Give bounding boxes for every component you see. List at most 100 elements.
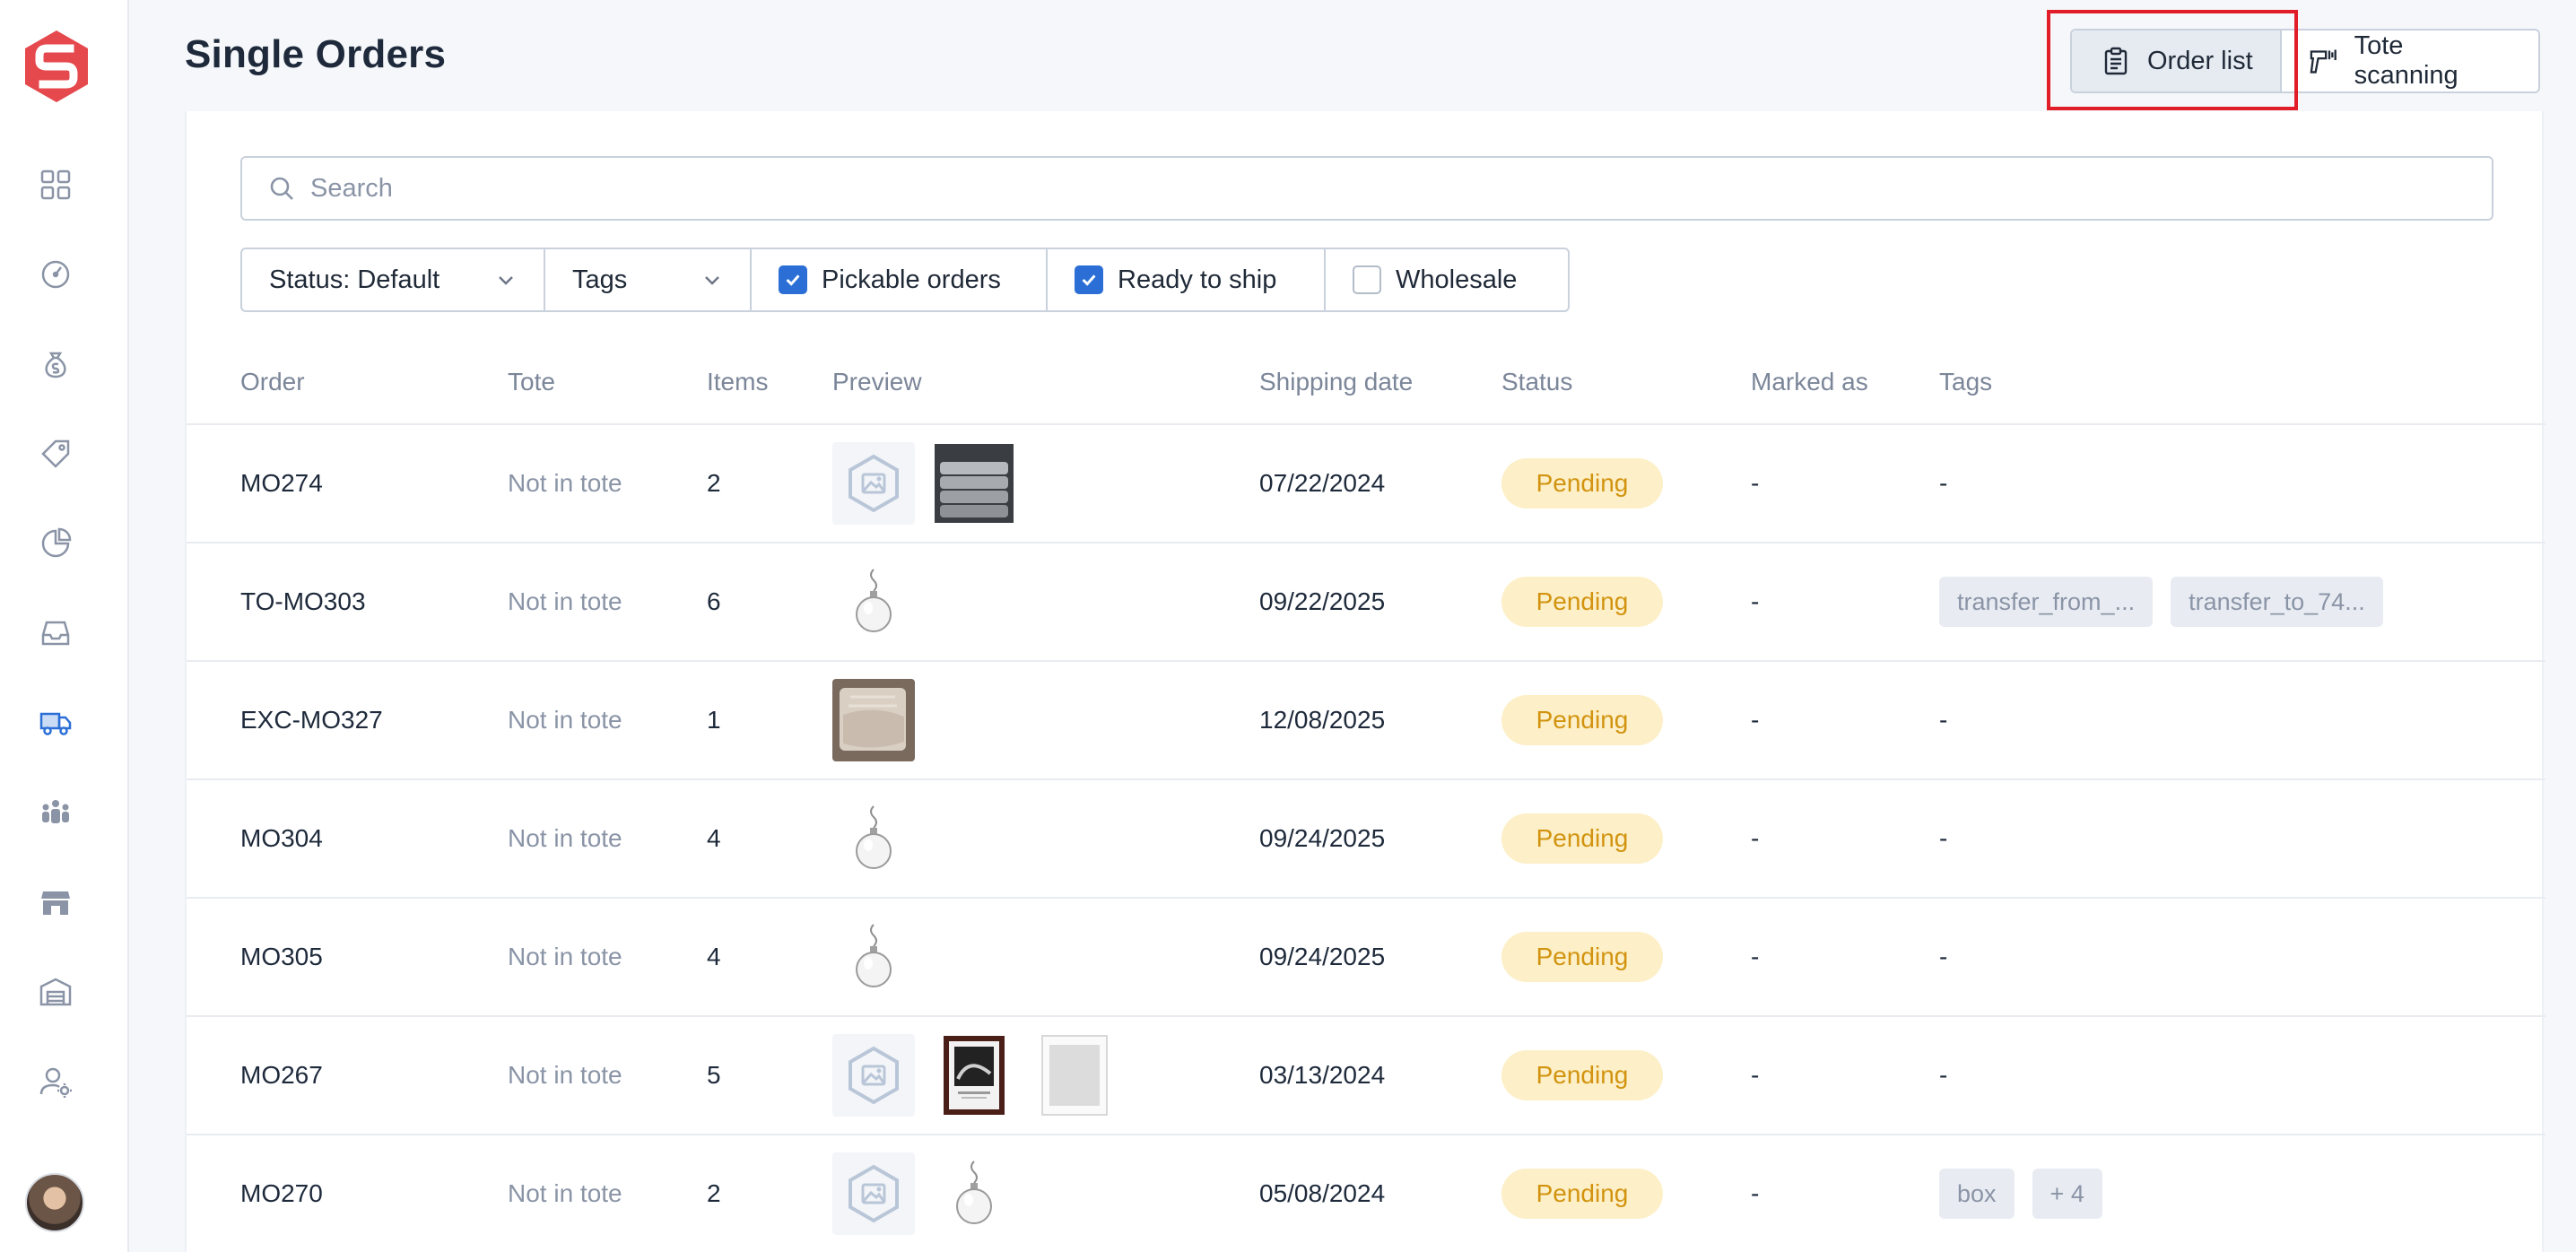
column-header-tote[interactable]: Tote [508, 368, 555, 396]
pie-chart-icon [41, 527, 72, 558]
search-input[interactable] [310, 173, 2445, 204]
ornament-thumbnail [832, 797, 915, 880]
preview-thumbnails [832, 1034, 1116, 1117]
towels-thumbnail [933, 442, 1015, 525]
view-toggle: Order list Tote scanning [2070, 29, 2540, 93]
status-badge-label: Pending [1501, 1169, 1663, 1219]
tag-chip[interactable]: box [1939, 1169, 2015, 1219]
status-badge-label: Pending [1501, 577, 1663, 627]
table-row[interactable]: MO305 Not in tote 4 09/24/2025 Pending -… [187, 899, 2546, 1017]
column-header-status[interactable]: Status [1501, 368, 1572, 396]
column-header-order[interactable]: Order [240, 368, 305, 396]
sidebar-item-shipping[interactable] [36, 703, 75, 743]
sidebar-item-reports[interactable] [36, 524, 75, 563]
placeholder-image-icon [832, 442, 915, 525]
status-badge: Pending [1501, 813, 1663, 864]
pickable-orders-checkbox[interactable] [779, 265, 807, 294]
tote-value: Not in tote [508, 1061, 622, 1089]
sidebar-item-stores[interactable] [36, 882, 75, 922]
barcode-scanner-icon [2310, 49, 2337, 74]
order-id[interactable]: MO274 [240, 469, 323, 498]
truck-icon [39, 712, 72, 735]
frame-thumbnail [1033, 1034, 1116, 1117]
sidebar [0, 0, 129, 1252]
status-filter-dropdown[interactable]: Status: Default [242, 249, 545, 310]
order-id[interactable]: MO305 [240, 943, 323, 971]
tote-value: Not in tote [508, 824, 622, 852]
orders-card: Status: Default Tags Pickable orders Rea… [185, 111, 2546, 1252]
tag-chip[interactable]: transfer_to_74... [2171, 577, 2383, 627]
marked-as-value: - [1751, 469, 1760, 497]
table-row[interactable]: MO304 Not in tote 4 09/24/2025 Pending -… [187, 780, 2546, 899]
table-row[interactable]: MO267 Not in tote 5 03/13/2024 Pending -… [187, 1017, 2546, 1135]
status-badge: Pending [1501, 458, 1663, 509]
sidebar-item-warehouse[interactable] [36, 972, 75, 1012]
ready-to-ship-filter[interactable]: Ready to ship [1048, 249, 1326, 310]
column-header-shipping-date[interactable]: Shipping date [1259, 368, 1413, 396]
shipping-date: 05/08/2024 [1259, 1179, 1386, 1207]
wholesale-filter[interactable]: Wholesale [1326, 249, 1568, 310]
shipping-date: 07/22/2024 [1259, 469, 1386, 497]
chevron-down-icon [499, 276, 513, 285]
status-badge: Pending [1501, 695, 1663, 745]
column-header-marked-as[interactable]: Marked as [1751, 368, 1868, 396]
avatar[interactable] [25, 1173, 84, 1232]
status-badge-label: Pending [1501, 932, 1663, 982]
tag-more-chip[interactable]: + 4 [2032, 1169, 2102, 1219]
tags-cell: - [1939, 943, 1947, 971]
order-id[interactable]: MO267 [240, 1061, 323, 1090]
tags-filter-dropdown[interactable]: Tags [545, 249, 752, 310]
order-id[interactable]: MO304 [240, 824, 323, 853]
table-row[interactable]: MO274 Not in tote 2 07/22/2024 Pending -… [187, 425, 2546, 543]
sidebar-item-finance[interactable] [36, 344, 75, 384]
marked-as-value: - [1751, 1061, 1760, 1089]
money-bag-icon [45, 352, 66, 378]
search-icon [270, 177, 293, 200]
shipping-date: 09/24/2025 [1259, 943, 1386, 970]
order-id[interactable]: TO-MO303 [240, 587, 366, 616]
column-header-items[interactable]: Items [707, 368, 768, 396]
shipping-date: 09/24/2025 [1259, 824, 1386, 852]
sidebar-item-dashboard[interactable] [36, 165, 75, 204]
tote-value: Not in tote [508, 943, 622, 970]
column-header-tags[interactable]: Tags [1939, 368, 1992, 396]
status-badge: Pending [1501, 1169, 1663, 1219]
tag-empty: - [1939, 824, 1948, 852]
table-row[interactable]: TO-MO303 Not in tote 6 09/22/2025 Pendin… [187, 543, 2546, 662]
tag-chip[interactable]: transfer_from_... [1939, 577, 2154, 627]
items-count: 1 [707, 706, 721, 734]
preview-thumbnails [832, 679, 915, 761]
sidebar-item-products[interactable] [36, 434, 75, 474]
tag-empty: - [1939, 943, 1948, 970]
tote-value: Not in tote [508, 1179, 622, 1207]
tags-cell: - [1939, 706, 1947, 735]
tote-value: Not in tote [508, 587, 622, 615]
order-id[interactable]: EXC-MO327 [240, 706, 383, 735]
pickable-orders-filter[interactable]: Pickable orders [752, 249, 1048, 310]
table-header: Order Tote Items Preview Shipping date S… [187, 350, 2546, 425]
clipboard-icon [2104, 47, 2128, 75]
table-row[interactable]: EXC-MO327 Not in tote 1 12/08/2025 Pendi… [187, 662, 2546, 780]
brand-logo[interactable] [23, 29, 90, 104]
wholesale-label: Wholesale [1396, 265, 1518, 294]
tote-scanning-button[interactable]: Tote scanning [2282, 30, 2538, 91]
tags-cell: transfer_from_... transfer_to_74... [1939, 577, 2383, 627]
sidebar-item-inbound[interactable] [36, 613, 75, 653]
sidebar-item-analytics[interactable] [36, 255, 75, 294]
wholesale-checkbox[interactable] [1353, 265, 1381, 294]
tag-empty: - [1939, 469, 1948, 497]
search-bar[interactable] [240, 156, 2493, 221]
sidebar-item-team[interactable] [36, 793, 75, 832]
checkmark-icon [786, 274, 800, 286]
items-count: 4 [707, 943, 721, 970]
tags-filter-label: Tags [572, 265, 628, 294]
warehouse-icon [39, 978, 72, 1006]
status-badge-label: Pending [1501, 1050, 1663, 1100]
order-id[interactable]: MO270 [240, 1179, 323, 1208]
order-list-button[interactable]: Order list [2072, 30, 2282, 91]
table-row[interactable]: MO270 Not in tote 2 05/08/2024 Pending -… [187, 1135, 2546, 1252]
ready-to-ship-checkbox[interactable] [1075, 265, 1103, 294]
dashboard-grid-icon [40, 170, 71, 200]
status-badge: Pending [1501, 932, 1663, 982]
sidebar-item-users[interactable] [36, 1062, 75, 1101]
